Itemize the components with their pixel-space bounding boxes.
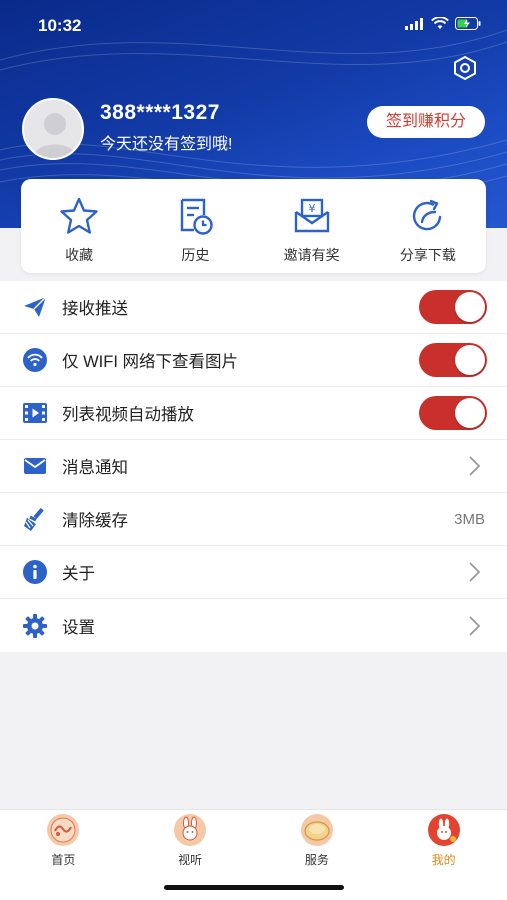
row-label: 关于 — [62, 565, 95, 583]
share-icon — [412, 199, 442, 231]
chevron-right-icon — [469, 615, 481, 636]
receive-push-toggle[interactable] — [419, 290, 487, 324]
quick-favorites-label: 收藏 — [65, 247, 94, 263]
status-icons — [405, 17, 481, 30]
avatar[interactable] — [22, 98, 84, 160]
row-wifi-only-images[interactable]: 仅 WIFI 网络下查看图片 — [0, 334, 507, 387]
mooncake-tab-icon — [300, 814, 333, 846]
chevron-right-icon — [469, 562, 481, 582]
user-phone: 388****1327 — [100, 101, 220, 124]
svg-text:¥: ¥ — [308, 202, 315, 215]
quick-favorites[interactable]: 收藏 — [21, 179, 137, 273]
row-autoplay-video[interactable]: 列表视频自动播放 — [0, 387, 507, 440]
tab-audio-video-label: 视听 — [178, 853, 203, 867]
quick-history-label: 历史 — [181, 247, 210, 263]
gear-icon — [23, 613, 47, 638]
tab-home-label: 首页 — [51, 853, 76, 867]
video-icon — [23, 403, 47, 423]
wifi-only-images-toggle[interactable] — [419, 343, 487, 377]
row-label: 列表视频自动播放 — [62, 406, 194, 424]
hexagon-settings-icon[interactable] — [451, 54, 479, 82]
wifi-status-icon — [431, 17, 449, 29]
mine-tab-icon — [427, 814, 460, 846]
row-label: 接收推送 — [62, 300, 128, 318]
settings-list: 接收推送 仅 WIFI 网络下查看图片 列表视频自动播放 消息通知 清除缓存 3… — [0, 281, 507, 652]
paper-plane-icon — [24, 296, 47, 317]
row-label: 消息通知 — [62, 459, 128, 477]
tab-mine[interactable]: 我的 — [380, 810, 507, 900]
row-about[interactable]: 关于 — [0, 546, 507, 599]
signal-icon — [405, 17, 423, 30]
wifi-icon — [23, 348, 47, 372]
history-icon — [181, 198, 214, 235]
tab-mine-label: 我的 — [431, 853, 456, 867]
tab-home[interactable]: 首页 — [0, 810, 127, 900]
rabbit-tab-icon — [174, 814, 207, 846]
row-message-notification[interactable]: 消息通知 — [0, 440, 507, 493]
status-bar: 10:32 — [0, 0, 507, 48]
signin-earn-points-button[interactable]: 签到赚积分 — [367, 106, 485, 138]
row-clear-cache[interactable]: 清除缓存 3MB — [0, 493, 507, 546]
quick-history[interactable]: 历史 — [137, 179, 253, 273]
broom-icon — [24, 507, 44, 531]
star-icon — [60, 197, 98, 234]
info-icon — [23, 560, 47, 584]
row-label: 仅 WIFI 网络下查看图片 — [62, 353, 238, 371]
tab-services-label: 服务 — [304, 853, 329, 867]
cache-size-value: 3MB — [454, 510, 485, 528]
autoplay-video-toggle[interactable] — [419, 396, 487, 430]
row-label: 设置 — [62, 618, 95, 637]
status-time: 10:32 — [38, 16, 82, 35]
invite-reward-icon: ¥ — [294, 198, 329, 233]
quick-actions-card: 收藏 历史 ¥ 邀请有奖 分享下载 — [21, 179, 486, 273]
quick-share-download[interactable]: 分享下载 — [370, 179, 486, 273]
signin-hint: 今天还没有签到哦! — [100, 136, 233, 153]
battery-icon — [455, 17, 481, 30]
row-receive-push[interactable]: 接收推送 — [0, 281, 507, 334]
chevron-right-icon — [469, 456, 481, 476]
quick-share-download-label: 分享下载 — [399, 247, 456, 263]
row-label: 清除缓存 — [62, 512, 128, 530]
home-tab-icon — [47, 814, 80, 846]
quick-invite-reward-label: 邀请有奖 — [283, 247, 340, 263]
quick-invite-reward[interactable]: ¥ 邀请有奖 — [254, 179, 370, 273]
home-indicator — [164, 885, 344, 890]
row-settings[interactable]: 设置 — [0, 599, 507, 652]
mail-icon — [24, 458, 46, 474]
